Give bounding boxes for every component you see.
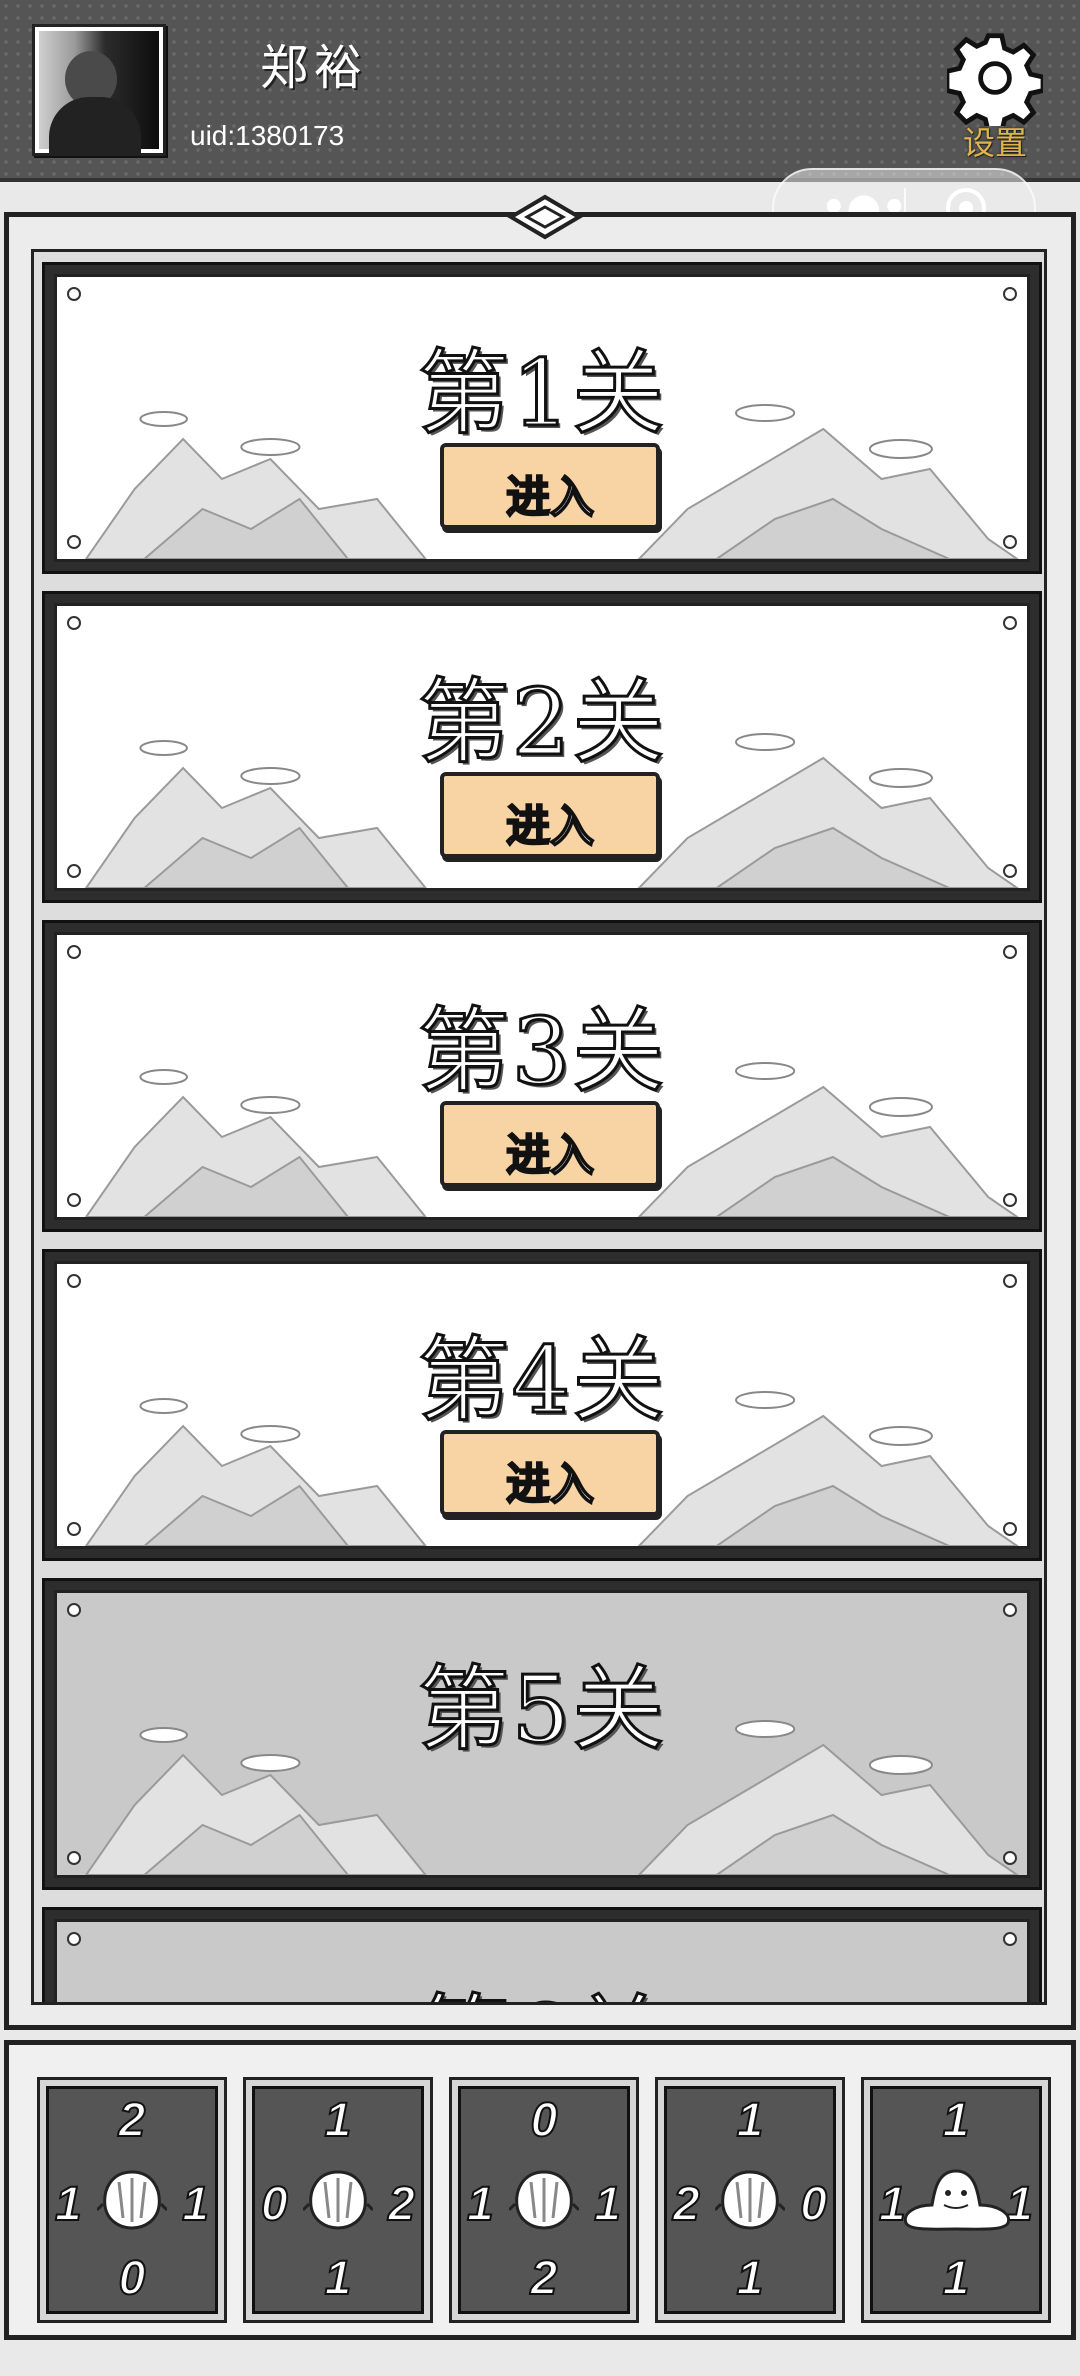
slime-creature-icon [903,2169,1011,2231]
shell-creature-icon [509,2170,579,2230]
user-id: uid:1380173 [190,120,345,151]
level-card-face: 第3关进入 [54,932,1030,1220]
level-card-face: 第6关 [54,1919,1030,2003]
card-right-value: 1 [593,2178,622,2231]
level-title: 第3关 [416,997,667,1107]
gear-icon [947,33,1043,126]
card-left-value: 1 [54,2178,83,2231]
card-left-value: 0 [260,2178,289,2231]
shell-creature-icon [303,2170,373,2230]
rivet [1003,1603,1017,1617]
rivet [1003,1932,1017,1946]
rivet [67,1932,81,1946]
card-left-value: 2 [672,2178,701,2231]
rivet [67,1274,81,1288]
shell-creature-icon [715,2170,785,2230]
level-title: 第6关 [57,1964,1027,2003]
rivet [1003,945,1017,959]
enter-button-label: 进入 [505,1129,595,1182]
level-list: 第1关进入第2关进入第3关进入第4关进入第5关第6关 [42,262,1042,2003]
rivet [67,1851,81,1865]
enter-level-button[interactable]: 进入 [440,772,660,858]
rivet [1003,864,1017,878]
card-right-value: 1 [181,2178,210,2231]
enter-button-label: 进入 [505,471,595,524]
username: 郑裕 [260,40,369,96]
number-card[interactable]: 01 12 [449,2077,639,2323]
enter-level-button[interactable]: 进入 [440,1101,660,1187]
number-card-face: 21 10 [46,2086,218,2314]
enter-level-button[interactable]: 进入 [440,443,660,529]
settings-label: 设置 [962,124,1027,162]
enter-button-label: 进入 [505,800,595,853]
rivet [1003,616,1017,630]
avatar[interactable] [32,24,166,156]
shell-creature-icon [97,2170,167,2230]
card-right-value: 0 [799,2178,828,2231]
card-top-value: 1 [942,2094,971,2147]
rivet [67,1193,81,1207]
number-card-face: 1111 [870,2086,1042,2314]
rivet [1003,1522,1017,1536]
enter-level-button[interactable]: 进入 [440,1430,660,1516]
rivet [67,864,81,878]
rivet [1003,535,1017,549]
card-bottom-value: 1 [942,2252,971,2305]
level-title: 第2关 [416,668,667,778]
number-card-face: 12 01 [664,2086,836,2314]
user-header: 郑裕 uid:1380173 设置 [0,0,1080,182]
rivet [67,287,81,301]
rivet [67,1522,81,1536]
card-bottom-value: 1 [736,2252,765,2305]
level-card-face: 第2关进入 [54,603,1030,891]
level-card[interactable]: 第2关进入 [42,591,1042,903]
rivet [1003,1851,1017,1865]
rivet [67,1603,81,1617]
rivet [67,945,81,959]
rivet [67,535,81,549]
number-card-face: 10 21 [252,2086,424,2314]
level-card-face: 第1关进入 [54,274,1030,562]
card-right-value: 2 [387,2178,416,2231]
level-card[interactable]: 第4关进入 [42,1249,1042,1561]
card-top-value: 0 [530,2094,559,2147]
level-card-face: 第5关 [54,1590,1030,1878]
level-list-viewport[interactable]: 第1关进入第2关进入第3关进入第4关进入第5关第6关 [31,249,1047,2005]
card-bottom-value: 1 [324,2252,353,2305]
level-title: 第5关 [416,1655,667,1765]
number-card-face: 01 12 [458,2086,630,2314]
level-card: 第5关 [42,1578,1042,1890]
level-card[interactable]: 第1关进入 [42,262,1042,574]
level-card[interactable]: 第3关进入 [42,920,1042,1232]
card-tray: 21101021011212011111 [4,2040,1076,2340]
level-list-frame: 第1关进入第2关进入第3关进入第4关进入第5关第6关 [4,194,1076,2030]
number-card[interactable]: 21 10 [37,2077,227,2323]
level-title: 第1关 [416,339,667,449]
rivet [67,616,81,630]
enter-button-label: 进入 [505,1458,595,1511]
card-top-value: 2 [118,2094,147,2147]
frame-diamond-ornament [507,194,583,240]
settings-button[interactable]: 设置 [940,30,1050,162]
level-card-face: 第4关进入 [54,1261,1030,1549]
number-card[interactable]: 12 01 [655,2077,845,2323]
card-top-value: 1 [736,2094,765,2147]
rivet [1003,1193,1017,1207]
level-title: 第4关 [416,1326,667,1436]
card-top-value: 1 [324,2094,353,2147]
number-card[interactable]: 10 21 [243,2077,433,2323]
rivet [1003,1274,1017,1288]
level-card: 第6关 [42,1907,1042,2003]
card-bottom-value: 2 [530,2252,559,2305]
rivet [1003,287,1017,301]
card-left-value: 1 [466,2178,495,2231]
card-bottom-value: 0 [118,2252,147,2305]
number-card[interactable]: 1111 [861,2077,1051,2323]
